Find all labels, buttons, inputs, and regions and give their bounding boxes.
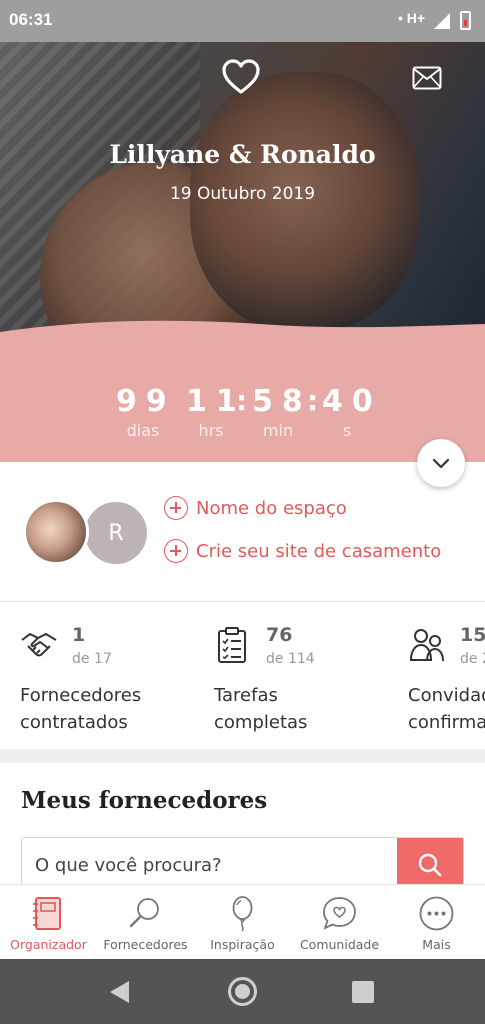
expand-collapse-button[interactable] <box>417 439 465 487</box>
handshake-icon <box>21 632 57 657</box>
nav-inspiration[interactable]: Inspiração <box>194 885 291 960</box>
chat-heart-icon <box>323 897 356 930</box>
stat-total: de 17 <box>72 651 112 667</box>
nav-more[interactable]: Mais <box>388 885 485 960</box>
chevron-down-icon <box>432 458 450 469</box>
envelope-icon[interactable] <box>412 66 442 90</box>
stat-tasks-completed[interactable]: 76 de 114 Tarefas completas <box>214 622 414 742</box>
section-separator <box>0 749 485 763</box>
system-navigation-bar <box>0 959 485 1024</box>
back-icon[interactable] <box>110 981 129 1003</box>
countdown-separator: : <box>307 384 319 417</box>
nav-suppliers[interactable]: Fornecedores <box>97 885 194 960</box>
divider <box>0 601 485 602</box>
wedding-date: 19 Outubro 2019 <box>169 184 316 204</box>
couple-name: Lillyane & Ronaldo <box>109 140 376 169</box>
network-type: • H+ <box>398 10 426 26</box>
stat-label: Fornecedores contratados <box>20 685 142 733</box>
battery-icon <box>460 11 471 30</box>
notebook-icon <box>33 897 61 930</box>
stat-total: de 2 <box>460 651 485 667</box>
stat-label: Convidad confirma <box>408 685 485 733</box>
bottom-navigation: Organizador Fornecedores Inspiração Comu… <box>0 884 485 959</box>
countdown-seconds: 40 s <box>322 384 382 440</box>
stat-suppliers-hired[interactable]: 1 de 17 Fornecedores contratados <box>20 622 220 742</box>
nav-community[interactable]: Comunidade <box>291 885 388 960</box>
wave-divider <box>0 320 485 362</box>
partner-avatar[interactable]: R <box>82 499 150 567</box>
balloon-icon <box>232 896 253 932</box>
section-title-my-suppliers: Meus fornecedores <box>21 787 268 814</box>
search-icon <box>129 898 159 928</box>
add-venue-name-link[interactable]: Nome do espaço <box>164 495 347 521</box>
add-circle-icon <box>164 539 188 563</box>
countdown-hours: 11 hrs <box>186 384 246 440</box>
stat-count: 1 <box>72 624 86 646</box>
countdown-days: 99 dias <box>116 384 176 440</box>
heart-icon[interactable] <box>221 58 261 96</box>
countdown-minutes: 58 min <box>252 384 312 440</box>
status-time: 06:31 <box>9 10 53 29</box>
create-wedding-site-link[interactable]: Crie seu site de casamento <box>164 538 441 564</box>
wedding-countdown: 99 dias 11 hrs : 58 min : 40 s <box>0 320 485 462</box>
clipboard-checklist-icon <box>218 627 246 663</box>
recent-apps-icon[interactable] <box>352 981 374 1003</box>
stat-guests-confirmed[interactable]: 15 de 2 Convidad confirma <box>408 622 485 742</box>
avatar[interactable] <box>23 499 89 565</box>
status-bar: 06:31 • H+ <box>0 0 485 42</box>
stat-count: 15 <box>460 624 485 646</box>
more-icon <box>419 896 454 931</box>
stat-count: 76 <box>266 624 293 646</box>
add-circle-icon <box>164 496 188 520</box>
home-icon[interactable] <box>228 977 257 1006</box>
signal-icon <box>434 13 450 29</box>
guests-icon <box>409 629 444 662</box>
stat-label: Tarefas completas <box>214 685 308 733</box>
countdown-separator: : <box>236 384 248 417</box>
stat-total: de 114 <box>266 651 315 667</box>
nav-organizer[interactable]: Organizador <box>0 885 97 960</box>
